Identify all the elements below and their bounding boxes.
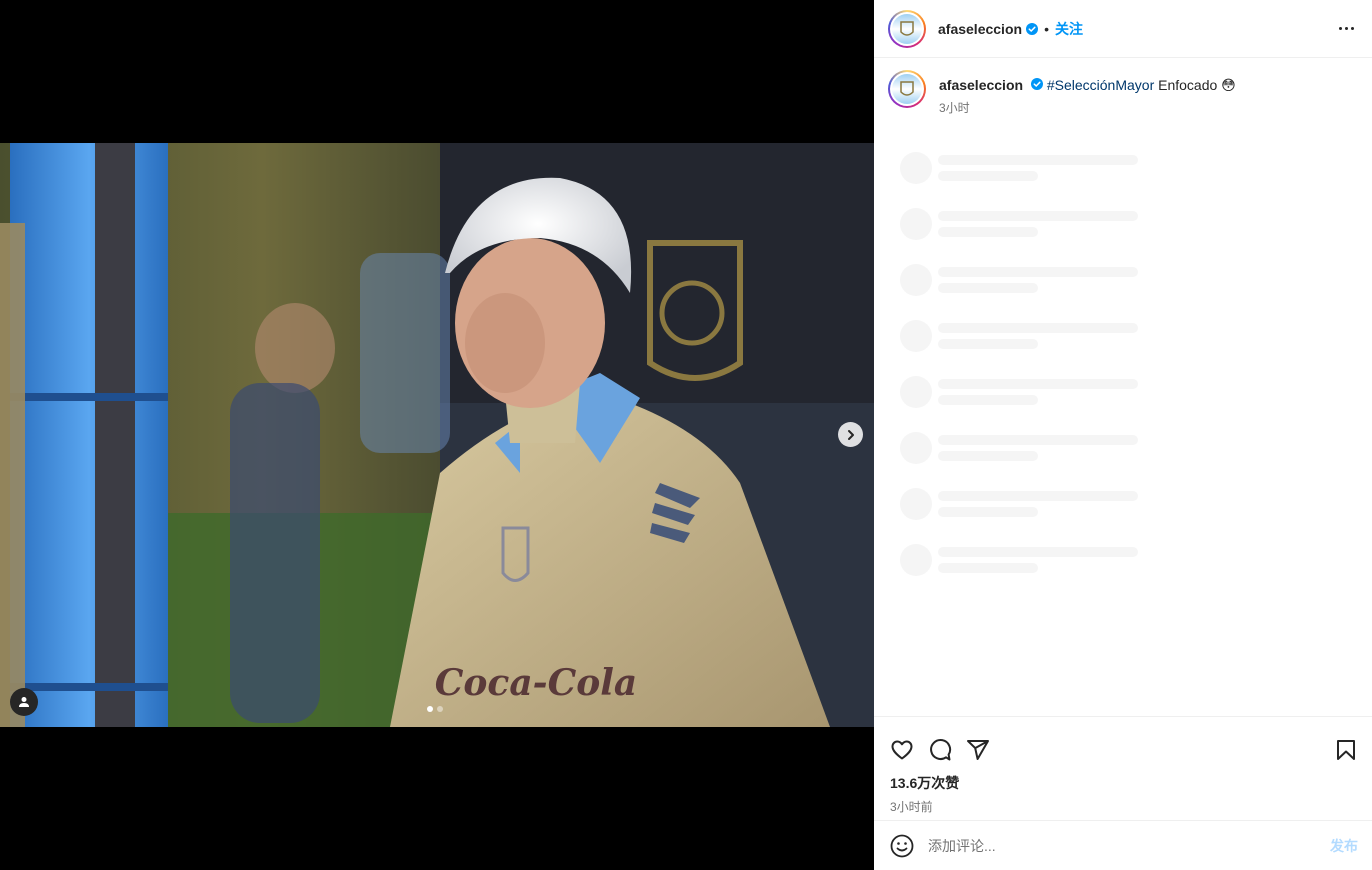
comment-input[interactable] <box>928 837 1330 854</box>
post-actions: 13.6万次赞 3小时前 <box>874 716 1372 815</box>
comment-skeleton <box>900 140 1372 196</box>
user-tag-icon <box>19 697 29 707</box>
header-separator: • <box>1044 20 1049 37</box>
caption-username[interactable]: afaseleccion <box>939 77 1023 93</box>
caption-body: Enfocado <box>1154 77 1222 93</box>
caption-hashtag[interactable]: #SelecciónMayor <box>1047 77 1154 93</box>
comment-skeleton <box>900 420 1372 476</box>
bookmark-icon[interactable] <box>1334 738 1358 762</box>
comment-skeleton <box>900 476 1372 532</box>
carousel-next-button[interactable] <box>838 422 863 447</box>
post-photo[interactable]: Coca-Cola <box>0 143 874 727</box>
caption: afaseleccion #SelecciónMayor Enfocado 😳 … <box>874 58 1372 116</box>
post-header: afaseleccion • 关注 <box>874 0 1372 58</box>
shirt-sponsor-text: Coca-Cola <box>435 662 638 704</box>
post-side-panel: afaseleccion • 关注 afaseleccion #Selecció… <box>874 0 1372 870</box>
post-timestamp[interactable]: 3小时前 <box>874 793 1372 815</box>
comment-skeleton <box>900 364 1372 420</box>
caption-avatar[interactable] <box>888 70 926 108</box>
comment-skeleton <box>900 252 1372 308</box>
like-count[interactable]: 13.6万次赞 <box>874 769 1372 793</box>
post-comment-button[interactable]: 发布 <box>1330 836 1358 856</box>
verified-badge-icon <box>1030 78 1043 90</box>
comment-skeleton <box>900 308 1372 364</box>
flushed-emoji: 😳 <box>1221 77 1236 93</box>
share-icon[interactable] <box>966 738 990 762</box>
post-dialog: Coca-Cola afaseleccion • 关注 afaseleccion… <box>0 0 1372 870</box>
follow-button[interactable]: 关注 <box>1055 19 1083 39</box>
carousel-dot-active <box>427 706 433 712</box>
comment-skeleton <box>900 196 1372 252</box>
verified-badge-icon <box>1026 22 1039 35</box>
carousel-dot <box>437 706 443 712</box>
emoji-icon[interactable] <box>890 834 914 858</box>
comment-icon[interactable] <box>928 738 952 762</box>
afa-crest-icon <box>900 81 914 96</box>
comment-bar: 发布 <box>874 820 1372 870</box>
more-options-icon[interactable] <box>1335 21 1358 36</box>
comments-loading <box>874 116 1372 588</box>
caption-time: 3小时 <box>939 101 970 115</box>
afa-crest-icon <box>900 20 914 36</box>
header-username[interactable]: afaseleccion <box>938 21 1022 37</box>
user-tags-button[interactable] <box>10 688 38 716</box>
media-viewer: Coca-Cola <box>0 0 874 870</box>
carousel-indicator <box>427 706 443 712</box>
heart-icon[interactable] <box>890 738 914 762</box>
chevron-right-icon <box>847 429 854 440</box>
comment-skeleton <box>900 532 1372 588</box>
caption-text: afaseleccion #SelecciónMayor Enfocado 😳 <box>939 70 1236 95</box>
avatar[interactable] <box>888 9 926 48</box>
